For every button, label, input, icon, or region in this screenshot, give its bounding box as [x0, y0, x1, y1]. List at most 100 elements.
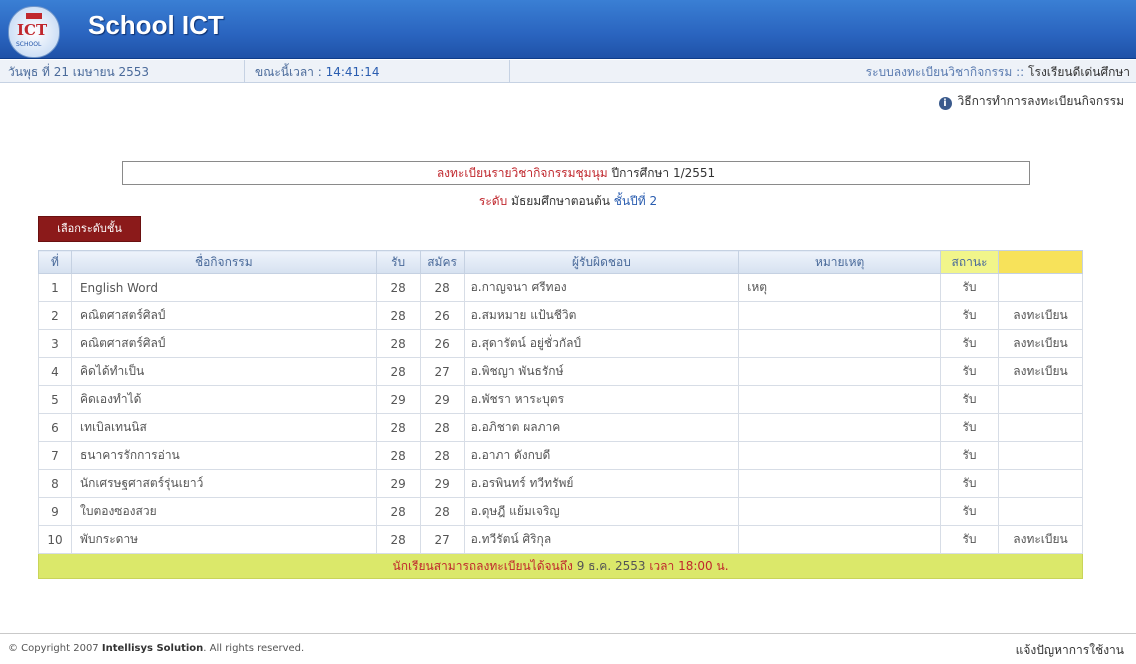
table-row: 4 คิดได้ทำเป็น 28 27 อ.พิชญา พันธรักษ์ ร… [38, 357, 1083, 386]
table-row: 10 พับกระดาษ 28 27 อ.ทวีรัตน์ ศิริกุล รั… [38, 525, 1083, 554]
activity-table: ที่ ชื่อกิจกรรม รับ สมัคร ผู้รับผิดชอบ ห… [38, 250, 1083, 579]
register-link [998, 273, 1083, 302]
register-link [998, 385, 1083, 414]
current-date: วันพุธ ที่ 21 เมษายน 2553 [8, 65, 150, 79]
register-link[interactable]: ลงทะเบียน [998, 329, 1083, 358]
activity-name: English Word [70, 273, 377, 302]
col-header-action [998, 250, 1083, 274]
divider [509, 60, 510, 82]
note [738, 301, 942, 330]
note [738, 497, 942, 526]
app-header: ICT SCHOOL School ICT [0, 0, 1136, 59]
register-link[interactable]: ลงทะเบียน [998, 525, 1083, 554]
activity-name: นักเศรษฐศาสตร์รุ่นเยาว์ [70, 469, 377, 498]
note [738, 385, 942, 414]
col-header-applied: สมัคร [419, 250, 465, 274]
year-label: ปีการศึกษา [611, 166, 670, 180]
status: รับ [940, 301, 999, 330]
teacher-name[interactable]: อ.กาญจนา ศรีทอง [463, 273, 740, 302]
status: รับ [940, 385, 999, 414]
table-header-row: ที่ ชื่อกิจกรรม รับ สมัคร ผู้รับผิดชอบ ห… [38, 250, 1083, 274]
register-link [998, 469, 1083, 498]
col-header-note: หมายเหตุ [738, 250, 942, 274]
note [738, 525, 942, 554]
deadline-prefix: นักเรียนสามารถลงทะเบียนได้จนถึง [392, 558, 573, 573]
company-name: Intellisys Solution [101, 643, 204, 654]
table-row: 7 ธนาคารรักการอ่าน 28 28 อ.อาภา ดังกบดี … [38, 441, 1083, 470]
teacher-name[interactable]: อ.พิชญา พันธรักษ์ [463, 357, 740, 386]
accept-count: 28 [375, 301, 421, 330]
row-no: 4 [38, 357, 72, 386]
accept-count: 28 [375, 273, 421, 302]
school-name: โรงเรียนดีเด่นศึกษา [1028, 65, 1130, 79]
grade-label: ชั้นปีที่ [613, 194, 646, 208]
howto-link[interactable]: i วิธีการทำการลงทะเบียนกิจกรรม [938, 92, 1125, 111]
system-name: ระบบลงทะเบียนวิชากิจกรรม [865, 65, 1013, 79]
accept-count: 29 [375, 385, 421, 414]
status: รับ [940, 329, 999, 358]
title-prefix: ลงทะเบียนรายวิชากิจกรรมชุมนุม [436, 166, 608, 180]
col-header-accept: รับ [375, 250, 421, 274]
separator: :: [1016, 65, 1025, 79]
row-no: 1 [38, 273, 72, 302]
applied-count: 28 [419, 441, 465, 470]
applied-count: 29 [419, 469, 465, 498]
status: รับ [940, 273, 999, 302]
register-link[interactable]: ลงทะเบียน [998, 357, 1083, 386]
howto-label[interactable]: วิธีการทำการลงทะเบียนกิจกรรม [958, 94, 1125, 108]
accept-count: 28 [375, 525, 421, 554]
grade-value: 2 [649, 194, 658, 208]
activity-name: พับกระดาษ [70, 525, 377, 554]
app-title: School ICT [88, 10, 224, 40]
applied-count: 28 [419, 413, 465, 442]
school-ict-logo[interactable]: ICT SCHOOL [8, 6, 60, 58]
teacher-name[interactable]: อ.พัชรา หาระบุตร [463, 385, 740, 414]
col-header-activity: ชื่อกิจกรรม [70, 250, 377, 274]
note: เหตุ [738, 273, 942, 302]
note [738, 357, 942, 386]
copyright-suffix: . All rights reserved. [203, 643, 305, 654]
table-row: 8 นักเศรษฐศาสตร์รุ่นเยาว์ 29 29 อ.อรพินท… [38, 469, 1083, 498]
table-row: 1 English Word 28 28 อ.กาญจนา ศรีทอง เหต… [38, 273, 1083, 302]
status: รับ [940, 525, 999, 554]
col-header-no: ที่ [38, 250, 72, 274]
teacher-name[interactable]: อ.อาภา ดังกบดี [463, 441, 740, 470]
note [738, 469, 942, 498]
logo-text: ICT [17, 21, 48, 39]
footer-divider [0, 633, 1136, 634]
status: รับ [940, 497, 999, 526]
teacher-name[interactable]: อ.อรพินทร์ ทวีทรัพย์ [463, 469, 740, 498]
table-row: 6 เทเบิลเทนนิส 28 28 อ.อภิชาต ผลภาค รับ [38, 413, 1083, 442]
teacher-name[interactable]: อ.ทวีรัตน์ ศิริกุล [463, 525, 740, 554]
current-time: 14:41:14 [325, 65, 380, 79]
note [738, 329, 942, 358]
table-row: 5 คิดเองทำได้ 29 29 อ.พัชรา หาระบุตร รับ [38, 385, 1083, 414]
register-link [998, 497, 1083, 526]
register-link [998, 413, 1083, 442]
level-subtitle: ระดับ มัธยมศึกษาตอนต้น ชั้นปีที่ 2 [0, 192, 1136, 211]
divider [244, 60, 245, 82]
col-header-status: สถานะ [940, 250, 999, 274]
activity-name: คณิตศาสตร์ศิลป์ [70, 301, 377, 330]
accept-count: 28 [375, 497, 421, 526]
status: รับ [940, 413, 999, 442]
teacher-name[interactable]: อ.สุดารัตน์ อยู่ชั่วกัลป์ [463, 329, 740, 358]
accept-count: 28 [375, 441, 421, 470]
teacher-name[interactable]: อ.อภิชาต ผลภาค [463, 413, 740, 442]
teacher-name[interactable]: อ.สมหมาย แป้นชีวิต [463, 301, 740, 330]
row-no: 7 [38, 441, 72, 470]
accept-count: 28 [375, 357, 421, 386]
row-no: 8 [38, 469, 72, 498]
row-no: 6 [38, 413, 72, 442]
select-level-button[interactable]: เลือกระดับชั้น [38, 216, 141, 242]
register-link[interactable]: ลงทะเบียน [998, 301, 1083, 330]
register-link [998, 441, 1083, 470]
applied-count: 28 [419, 497, 465, 526]
note [738, 441, 942, 470]
level-value: มัธยมศึกษาตอนต้น [511, 194, 610, 208]
applied-count: 26 [419, 329, 465, 358]
teacher-name[interactable]: อ.ดุษฎี แย้มเจริญ [463, 497, 740, 526]
report-problem-link[interactable]: แจ้งปัญหาการใช้งาน [1016, 641, 1124, 660]
level-label: ระดับ [478, 194, 508, 208]
academic-year: 1/2551 [672, 166, 716, 180]
